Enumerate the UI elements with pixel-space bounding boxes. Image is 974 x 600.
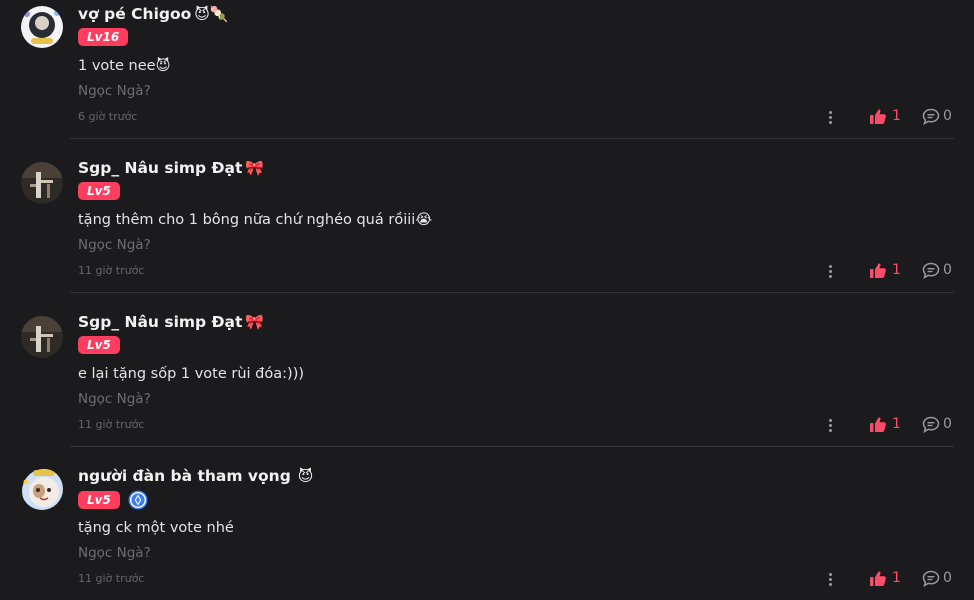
level-row: Lv5: [78, 490, 148, 510]
username[interactable]: Sgp_ Nâu simp Đạt 🎀: [78, 158, 264, 178]
avatar[interactable]: [21, 468, 63, 510]
reply-count: 0: [943, 570, 952, 586]
level-row: Lv5: [78, 182, 120, 200]
comment-text: e lại tặng sốp 1 vote rùi đóa:))): [78, 366, 305, 382]
comment-bubble-icon: [922, 416, 940, 433]
username[interactable]: Sgp_ Nâu simp Đạt 🎀: [78, 312, 264, 332]
timestamp: 6 giờ trước: [78, 110, 138, 123]
comment-bubble-icon: [922, 570, 940, 587]
reply-button[interactable]: 0: [922, 107, 952, 125]
more-vertical-icon[interactable]: [826, 570, 834, 588]
comment-text: tặng ck một vote nhé: [78, 520, 234, 536]
like-button[interactable]: 1: [870, 107, 901, 125]
timestamp: 11 giờ trước: [78, 572, 145, 585]
level-row: Lv16: [78, 28, 129, 46]
comment-text: tặng thêm cho 1 bông nữa chứ nghéo quá r…: [78, 212, 433, 228]
more-vertical-icon[interactable]: [826, 416, 834, 434]
verified-badge-icon: [128, 490, 148, 510]
comment-bubble-icon: [922, 108, 940, 125]
name-emoji: 🎀: [245, 313, 265, 331]
comment-item: người đàn bà tham vọng 😈 Lv5 tặng ck một …: [0, 466, 974, 600]
reply-count: 0: [943, 416, 952, 432]
level-badge: Lv16: [78, 28, 129, 46]
thumbs-up-icon: [870, 108, 886, 124]
reply-button[interactable]: 0: [922, 569, 952, 587]
divider: [70, 292, 954, 293]
comment-item: vợ pé Chigoo 😈🍡 Lv16 1 vote nee😈 Ngọc Ngà…: [0, 4, 974, 158]
like-count: 1: [892, 570, 901, 586]
name-emoji: 😈🍡: [194, 5, 229, 23]
comment-feed: vợ pé Chigoo 😈🍡 Lv16 1 vote nee😈 Ngọc Ngà…: [0, 0, 974, 600]
like-button[interactable]: 1: [870, 261, 901, 279]
username[interactable]: người đàn bà tham vọng 😈: [78, 466, 313, 486]
name-emoji: 🎀: [245, 159, 265, 177]
reply-to-label[interactable]: Ngọc Ngà?: [78, 82, 151, 100]
divider: [70, 446, 954, 447]
comment-item: Sgp_ Nâu simp Đạt 🎀 Lv5 e lại tặng sốp 1 …: [0, 312, 974, 466]
comment-bubble-icon: [922, 262, 940, 279]
thumbs-up-icon: [870, 570, 886, 586]
comment-text: 1 vote nee😈: [78, 58, 171, 74]
timestamp: 11 giờ trước: [78, 264, 145, 277]
reply-to-label[interactable]: Ngọc Ngà?: [78, 390, 151, 408]
reply-to-label[interactable]: Ngọc Ngà?: [78, 544, 151, 562]
avatar[interactable]: [21, 6, 63, 48]
level-badge: Lv5: [78, 336, 120, 354]
comment-item: Sgp_ Nâu simp Đạt 🎀 Lv5 tặng thêm cho 1 b…: [0, 158, 974, 312]
like-count: 1: [892, 108, 901, 124]
like-count: 1: [892, 416, 901, 432]
like-count: 1: [892, 262, 901, 278]
name-emoji: 😈: [297, 467, 314, 485]
reply-to-label[interactable]: Ngọc Ngà?: [78, 236, 151, 254]
reply-count: 0: [943, 108, 952, 124]
thumbs-up-icon: [870, 416, 886, 432]
more-vertical-icon[interactable]: [826, 262, 834, 280]
level-badge: Lv5: [78, 491, 120, 509]
reply-button[interactable]: 0: [922, 261, 952, 279]
reply-button[interactable]: 0: [922, 415, 952, 433]
timestamp: 11 giờ trước: [78, 418, 145, 431]
avatar[interactable]: [21, 316, 63, 358]
reply-count: 0: [943, 262, 952, 278]
level-row: Lv5: [78, 336, 120, 354]
level-badge: Lv5: [78, 182, 120, 200]
avatar[interactable]: [21, 162, 63, 204]
more-vertical-icon[interactable]: [826, 108, 834, 126]
like-button[interactable]: 1: [870, 415, 901, 433]
like-button[interactable]: 1: [870, 569, 901, 587]
thumbs-up-icon: [870, 262, 886, 278]
divider: [70, 138, 954, 139]
username[interactable]: vợ pé Chigoo 😈🍡: [78, 4, 229, 24]
